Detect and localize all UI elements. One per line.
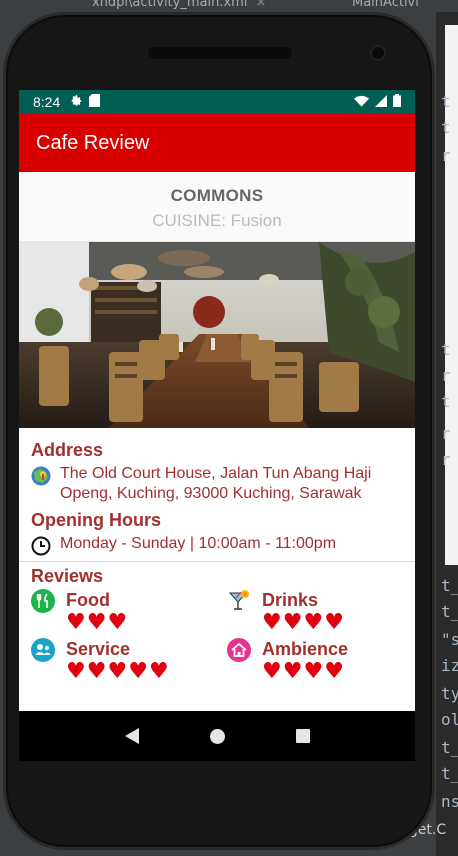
rating-hearts: ♥ ♥ ♥ xyxy=(66,612,127,634)
battery-icon xyxy=(393,94,401,110)
signal-icon xyxy=(375,94,387,110)
review-service: Service ♥ ♥ ♥ ♥ ♥ xyxy=(31,638,227,683)
heart-icon: ♥ xyxy=(262,659,282,684)
heart-icon: ♥ xyxy=(86,659,107,684)
ide-code-line: r xyxy=(441,450,451,469)
home-icon xyxy=(227,638,251,662)
heart-icon: ♥ xyxy=(282,659,303,684)
back-icon[interactable] xyxy=(124,728,139,744)
camera-icon xyxy=(370,45,386,61)
ide-code-line: t xyxy=(441,92,451,111)
hours-text: Monday - Sunday | 10:00am - 11:00pm xyxy=(60,535,337,552)
review-food: Food ♥ ♥ ♥ xyxy=(31,589,227,634)
heart-icon: ♥ xyxy=(262,610,282,635)
heart-icon: ♥ xyxy=(303,659,324,684)
review-label: Food xyxy=(66,590,110,610)
cafe-header: COMMONS CUISINE: Fusion xyxy=(19,172,415,242)
review-drinks: Drinks ♥ ♥ ♥ ♥ xyxy=(227,589,407,634)
rating-hearts: ♥ ♥ ♥ ♥ ♥ xyxy=(66,661,169,683)
ide-tab-mainactivity[interactable]: MainActivi xyxy=(352,0,419,10)
close-icon[interactable]: × xyxy=(255,0,266,10)
ide-code-line: t_ xyxy=(441,764,458,783)
heart-icon: ♥ xyxy=(107,610,128,635)
heart-icon: ♥ xyxy=(148,659,169,684)
speaker-grille xyxy=(148,47,292,59)
app-title: Cafe Review xyxy=(36,131,150,154)
heart-icon: ♥ xyxy=(282,610,303,635)
ide-tab-bar: xhdpi\activity_main.xml × MainActivi xyxy=(0,0,458,12)
recents-icon[interactable] xyxy=(295,729,310,743)
hours-row: Monday - Sunday | 10:00am - 11:00pm xyxy=(31,534,403,556)
ide-tab-activity-main[interactable]: xhdpi\activity_main.xml × xyxy=(92,0,266,10)
gear-icon xyxy=(70,94,83,110)
status-bar: 8:24 xyxy=(19,90,415,114)
address-row: The Old Court House, Jalan Tun Abang Haj… xyxy=(31,464,403,504)
ide-code-line: ty xyxy=(441,684,458,703)
cocktail-icon xyxy=(227,589,251,613)
phone-screen: 8:24 Cafe Review COMMONS CUISINE: Fusion xyxy=(19,90,415,749)
review-label: Service xyxy=(66,639,131,659)
rating-hearts: ♥ ♥ ♥ ♥ xyxy=(262,612,344,634)
heart-icon: ♥ xyxy=(324,610,344,635)
rating-hearts: ♥ ♥ ♥ ♥ xyxy=(262,661,348,683)
heart-icon: ♥ xyxy=(303,610,324,635)
cafe-cuisine: CUISINE: Fusion xyxy=(152,211,282,230)
ide-code-line: "s xyxy=(441,630,458,649)
ide-code-line: t_ xyxy=(441,738,458,757)
heart-icon: ♥ xyxy=(324,659,344,684)
ide-code-line: t xyxy=(441,340,451,359)
ide-code-line: t_ xyxy=(441,602,458,621)
address-text: The Old Court House, Jalan Tun Abang Haj… xyxy=(60,465,372,502)
cafe-photo xyxy=(19,242,415,428)
heart-icon: ♥ xyxy=(66,610,86,635)
clock-icon xyxy=(31,536,51,556)
app-bar: Cafe Review xyxy=(19,114,415,172)
reviews-grid: Food ♥ ♥ ♥ Drinks ♥ ♥ ♥ ♥ Service ♥ ♥ ♥ … xyxy=(31,589,403,683)
ide-tab-label: xhdpi\activity_main.xml xyxy=(92,0,248,10)
ide-code-line: t xyxy=(441,392,451,411)
review-label: Ambience xyxy=(262,639,349,659)
status-time: 8:24 xyxy=(33,94,61,110)
review-ambience: Ambience ♥ ♥ ♥ ♥ xyxy=(227,638,407,683)
address-title: Address xyxy=(31,440,104,460)
hours-title: Opening Hours xyxy=(31,510,161,530)
fork-knife-icon xyxy=(31,589,55,613)
reviews-section: Reviews Food ♥ ♥ ♥ Drinks ♥ ♥ ♥ ♥ Servic… xyxy=(19,562,415,683)
ide-code-line: ns xyxy=(441,792,458,811)
ide-code-line: r xyxy=(441,366,451,385)
heart-icon: ♥ xyxy=(107,659,128,684)
ide-code-line: ol xyxy=(441,710,458,729)
cafe-name: COMMONS xyxy=(170,186,264,205)
review-label: Drinks xyxy=(262,590,319,610)
nav-bar xyxy=(19,711,415,761)
heart-icon: ♥ xyxy=(128,659,148,684)
reviews-title: Reviews xyxy=(31,566,104,586)
ide-code-line: t xyxy=(441,118,451,137)
wifi-icon xyxy=(354,94,369,110)
ide-code-line: r xyxy=(441,424,451,443)
heart-icon: ♥ xyxy=(66,659,86,684)
ide-code-line: iz xyxy=(441,656,458,675)
service-icon xyxy=(31,638,55,662)
status-right-icons xyxy=(354,94,401,110)
ide-code-line: t_ xyxy=(441,576,458,595)
home-button-icon[interactable] xyxy=(209,728,225,744)
map-icon xyxy=(31,466,51,486)
heart-icon: ♥ xyxy=(86,610,107,635)
ide-code-line: r xyxy=(441,146,451,165)
details-section: Address The Old Court House, Jalan Tun A… xyxy=(19,440,415,556)
sd-card-icon xyxy=(89,94,101,110)
